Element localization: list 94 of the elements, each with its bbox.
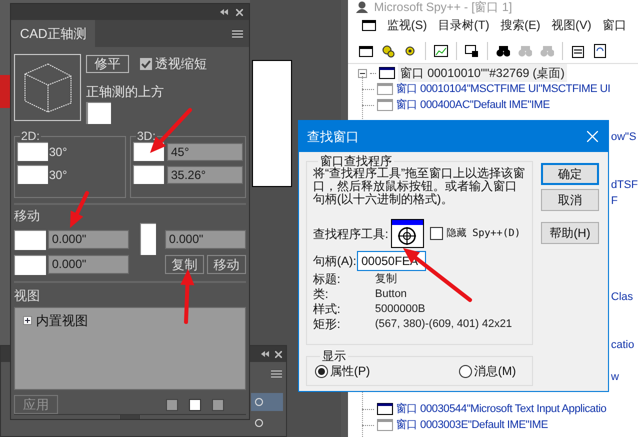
layer-row-highlight[interactable]: [251, 393, 283, 411]
tree-item[interactable]: ow"S: [611, 129, 636, 145]
gears-icon[interactable]: [381, 44, 395, 58]
tree-item[interactable]: 窗口 00030544"Microsoft Text Input Applicatio: [396, 400, 606, 418]
dialog-button[interactable]: 帮助(H): [541, 222, 599, 244]
menu-icon[interactable]: [232, 30, 243, 38]
flatten-button[interactable]: 修平: [86, 54, 129, 73]
find-window-icon[interactable]: [465, 44, 479, 58]
menu-icon[interactable]: [271, 370, 282, 378]
info-value: 复制: [375, 272, 398, 286]
tree-item[interactable]: F: [611, 193, 618, 209]
value-field[interactable]: 0.000": [48, 230, 129, 248]
info-label: 标题:: [313, 272, 342, 286]
finder-tool-icon[interactable]: [391, 219, 424, 248]
instructions-text: 将“查找程序工具”拖至窗口上以选择该窗口，然后释放鼠标按钮。或者输入窗口句柄(以十六进制的格式)。: [313, 167, 526, 206]
checkbox[interactable]: [140, 58, 152, 70]
color-swatch[interactable]: [14, 230, 46, 250]
tree-item[interactable]: Clas: [611, 289, 634, 305]
angle-field[interactable]: 45°: [167, 142, 243, 160]
tree-item[interactable]: 窗口 000400AC"Default IME"IME: [396, 96, 550, 114]
menu-item[interactable]: 搜索(E): [500, 16, 540, 34]
window-icon[interactable]: [362, 20, 376, 30]
finder-label: 查找程序工具:: [313, 226, 388, 242]
close-icon[interactable]: [275, 350, 282, 358]
group-title: 窗口查找程序: [320, 155, 392, 167]
resize-grip-icon[interactable]: [120, 415, 140, 419]
info-value: (567, 380)-(609, 401) 42x21: [375, 317, 513, 331]
close-icon[interactable]: [236, 8, 243, 16]
panel-tab[interactable]: CAD正轴测: [11, 20, 96, 47]
info-value: Button: [375, 287, 408, 301]
checkbox-label: 透视缩短: [155, 55, 207, 73]
tree-item[interactable]: 内置视图: [36, 311, 88, 330]
checkbox-label: 隐藏 Spy++(D): [446, 226, 521, 241]
angle-value: 30°: [49, 144, 68, 160]
collapse-icon[interactable]: [220, 9, 228, 15]
binoculars-icon[interactable]: [496, 44, 510, 58]
refresh-icon[interactable]: [593, 44, 607, 58]
menu-item[interactable]: 监视(S): [387, 16, 427, 34]
field-label: 句柄(A):: [313, 253, 356, 270]
view-mode-toggle[interactable]: [189, 398, 201, 410]
annotation-arrow: [180, 269, 194, 324]
info-label: 矩形:: [313, 317, 342, 331]
dialog-button[interactable]: 确定: [541, 163, 599, 185]
color-swatch[interactable]: [86, 102, 111, 124]
section-title: 视图: [14, 286, 40, 304]
group-title: 显示: [321, 350, 347, 362]
info-label: 样式:: [313, 302, 342, 316]
color-swatch[interactable]: [140, 222, 156, 254]
color-swatch[interactable]: [14, 254, 46, 274]
dialog-button[interactable]: 取消: [541, 189, 599, 211]
menu-item[interactable]: 目录树(T): [438, 16, 490, 34]
collapse-icon[interactable]: [261, 351, 269, 357]
menu-item[interactable]: 视图(V): [551, 16, 592, 34]
tree-item[interactable]: 窗口 00010010""#32769 (桌面): [398, 64, 567, 82]
window-title: Microsoft Spy++ - [窗口 1]: [374, 0, 512, 14]
chart-window-icon[interactable]: [434, 44, 448, 58]
checkbox[interactable]: [430, 227, 444, 240]
properties-icon[interactable]: [571, 44, 585, 58]
group-title: 2D:: [20, 131, 41, 142]
accent-strip: [0, 75, 10, 108]
color-swatch[interactable]: [17, 142, 48, 161]
color-swatch[interactable]: [133, 165, 164, 184]
group-title: 3D:: [136, 131, 157, 142]
tree-item[interactable]: 窗口 0003003E"Default IME"IME: [396, 416, 548, 434]
preset-label: 正轴测的上方: [86, 82, 165, 100]
section-title: 移动: [14, 207, 40, 225]
collapse-icon[interactable]: [358, 68, 367, 78]
radio-option[interactable]: 消息(M): [459, 362, 516, 380]
dialog-title: 查找窗口: [307, 128, 359, 146]
view-mode-toggle[interactable]: [166, 398, 178, 410]
annotation-arrow: [70, 191, 89, 228]
panel-button[interactable]: 复制: [165, 254, 204, 274]
angle-value: 30°: [49, 166, 68, 184]
color-swatch[interactable]: [17, 165, 48, 184]
value-field[interactable]: 0.000": [165, 230, 246, 248]
check-icon: [141, 58, 151, 69]
value-field[interactable]: 0.000": [48, 254, 129, 274]
tree-item[interactable]: catio: [611, 337, 634, 353]
tree-item[interactable]: dTSF: [611, 177, 638, 193]
panel-button[interactable]: 移动: [207, 254, 246, 274]
menu-item[interactable]: 窗口: [602, 16, 626, 34]
visibility-icon[interactable]: [255, 419, 263, 427]
window-icon[interactable]: [359, 44, 373, 58]
tree-item[interactable]: 窗口 00010104"MSCTFIME UI"MSCTFIME UI: [396, 80, 610, 98]
angle-field[interactable]: 35.26°: [167, 166, 243, 184]
window-icon: [379, 67, 395, 79]
view-mode-toggle[interactable]: [212, 398, 224, 410]
visibility-icon[interactable]: [255, 398, 263, 406]
radio-option[interactable]: 属性(P): [315, 362, 370, 380]
info-label: 类:: [313, 287, 330, 301]
info-value: 5000000B: [375, 302, 426, 316]
expand-icon[interactable]: [23, 316, 32, 326]
tree-item[interactable]: w: [611, 369, 619, 385]
gear-icon[interactable]: [403, 44, 417, 58]
